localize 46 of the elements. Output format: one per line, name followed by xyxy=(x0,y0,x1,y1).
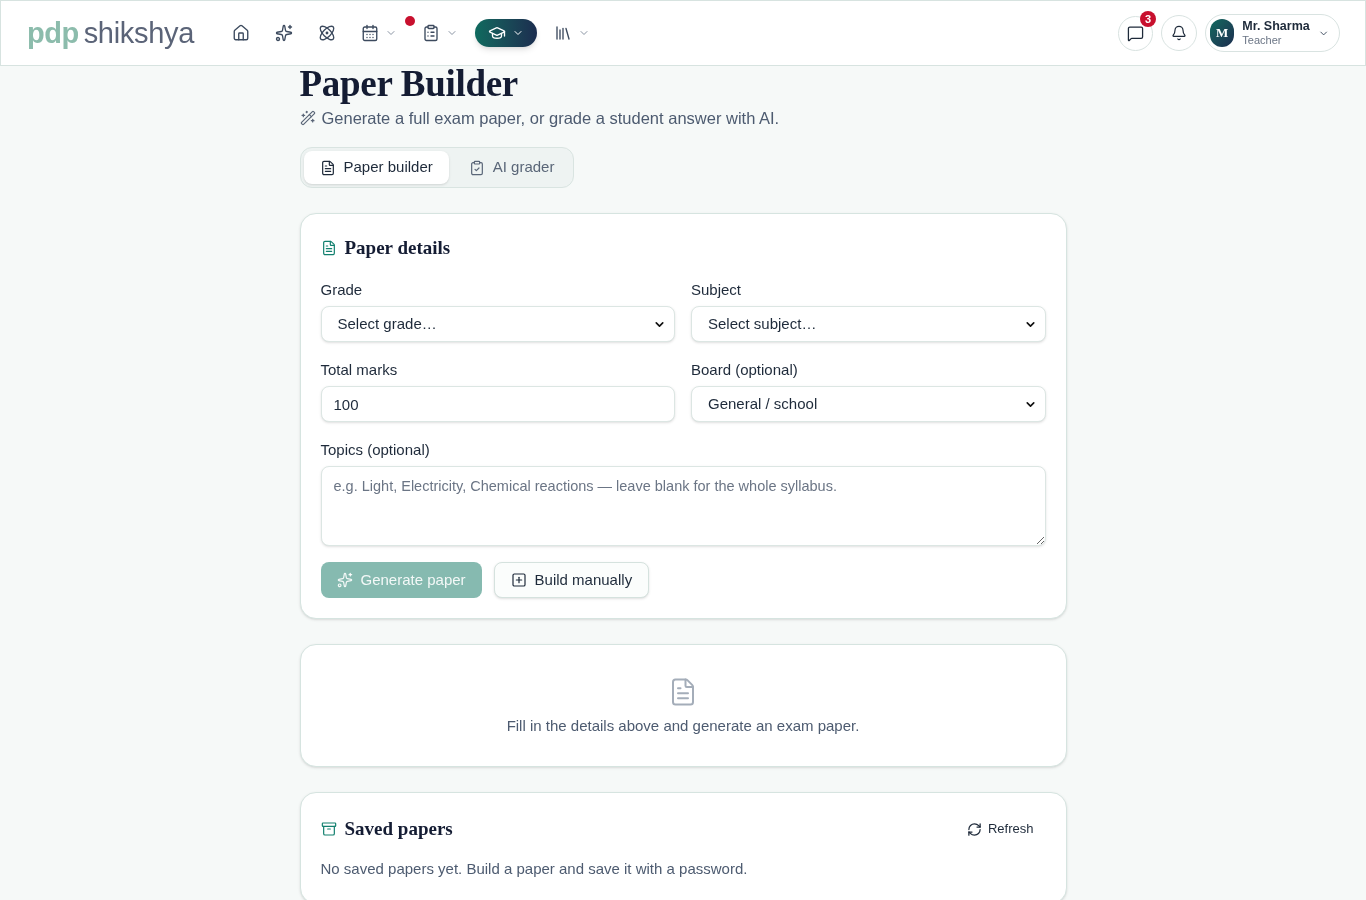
field-label: Subject xyxy=(691,280,743,300)
select-field[interactable]: Select subject… xyxy=(691,306,1046,342)
document-icon xyxy=(319,159,336,176)
sparkles-icon xyxy=(336,572,353,588)
library-icon xyxy=(554,24,573,42)
calendar-icon xyxy=(361,24,380,42)
select-field[interactable]: General / school xyxy=(691,386,1046,422)
page-subtitle: Generate a full exam paper, or grade a student answer with AI. xyxy=(321,108,780,129)
document-icon xyxy=(320,240,337,256)
nav-button[interactable] xyxy=(475,19,538,47)
tab[interactable]: Paper builder xyxy=(303,151,449,184)
field-label: Board (optional) xyxy=(691,360,799,380)
field-label: Total marks xyxy=(320,360,399,380)
field-label: Grade xyxy=(320,280,364,300)
field-label: Topics (optional) xyxy=(320,440,431,460)
logo-brand: pdp xyxy=(27,16,79,51)
logo-name: shikshya xyxy=(83,16,195,51)
topics-textarea[interactable]: e.g. Light, Electricity, Chemical reactions — leave blank for the whole syllabus. xyxy=(320,466,1046,546)
clipboard-icon xyxy=(422,24,441,42)
bell-icon xyxy=(1171,25,1187,41)
clipboard-check-icon xyxy=(468,159,485,176)
tab[interactable]: AI grader xyxy=(452,151,571,184)
message-count-badge: 3 xyxy=(1140,10,1156,27)
user-role: Teacher xyxy=(1242,34,1282,47)
build-button[interactable]: Build manually xyxy=(493,562,650,598)
card-title: Paper details xyxy=(344,236,451,260)
refresh-button[interactable]: Refresh xyxy=(954,814,1046,844)
archive-icon xyxy=(320,821,337,837)
atom-icon xyxy=(318,24,337,42)
notifications-button[interactable] xyxy=(1161,15,1197,51)
home-icon xyxy=(232,24,251,42)
saved-papers-message: No saved papers yet. Build a paper and save it with a password. xyxy=(320,859,749,879)
graduation-cap-icon xyxy=(488,24,507,42)
select-field[interactable]: Select grade… xyxy=(320,306,675,342)
user-name: Mr. Sharma xyxy=(1242,19,1310,34)
refresh-icon xyxy=(966,821,982,837)
card-title: Saved papers xyxy=(344,817,453,841)
plus-square-icon xyxy=(510,572,527,588)
page-title: Paper Builder xyxy=(299,66,519,102)
user-menu-button[interactable]: M Mr. Sharma Teacher xyxy=(1205,14,1340,52)
empty-state-message: Fill in the details above and generate an exam paper. xyxy=(506,716,860,736)
sparkles-icon xyxy=(275,24,294,42)
magic-wand-icon xyxy=(299,110,316,126)
avatar-icon: M xyxy=(1210,19,1235,47)
input-field[interactable]: 100 xyxy=(320,386,675,422)
message-icon xyxy=(1127,24,1144,42)
